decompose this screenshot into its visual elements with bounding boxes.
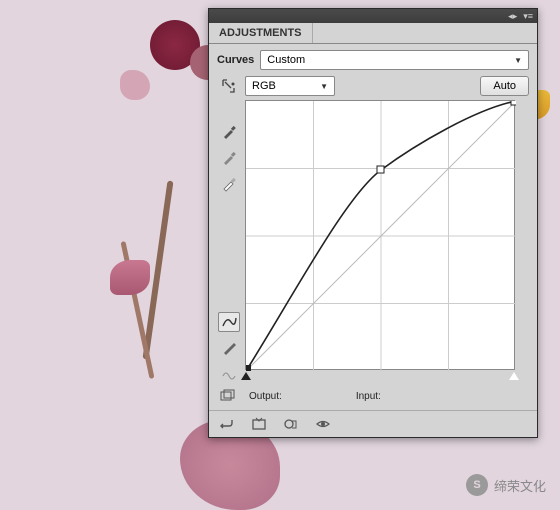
preset-value: Custom	[267, 54, 305, 66]
watermark-icon: S	[466, 474, 488, 496]
eyedropper-black-icon[interactable]	[218, 122, 240, 142]
panel-titlebar[interactable]: ◂▸ ▾≡	[209, 9, 537, 23]
tool-column	[217, 76, 241, 384]
input-label: Input:	[356, 391, 381, 402]
eyedropper-white-icon[interactable]	[218, 174, 240, 194]
menu-icon[interactable]: ▾≡	[523, 11, 533, 22]
curve-mode-icon[interactable]	[218, 312, 240, 332]
tab-bar: ADJUSTMENTS	[209, 23, 537, 44]
collapse-icon[interactable]: ◂▸	[508, 11, 517, 22]
watermark: S 缔荣文化	[466, 474, 546, 496]
auto-button[interactable]: Auto	[480, 76, 529, 96]
white-point-handle[interactable]	[509, 372, 519, 380]
bg-flower	[120, 70, 150, 100]
clip-icon[interactable]	[219, 388, 237, 404]
tab-adjustments[interactable]: ADJUSTMENTS	[209, 23, 313, 43]
chevron-down-icon: ▼	[514, 56, 522, 65]
curves-label: Curves	[217, 54, 254, 66]
panel-footer	[209, 410, 537, 437]
chevron-down-icon: ▼	[320, 82, 328, 91]
preset-select[interactable]: Custom ▼	[260, 50, 529, 70]
curves-graph[interactable]	[245, 100, 515, 370]
eyedropper-gray-icon[interactable]	[218, 148, 240, 168]
input-slider[interactable]	[245, 372, 515, 384]
output-label: Output:	[249, 391, 282, 402]
adjustments-panel: ◂▸ ▾≡ ADJUSTMENTS Curves Custom ▼	[208, 8, 538, 438]
black-point-handle[interactable]	[241, 372, 251, 380]
channel-value: RGB	[252, 80, 276, 92]
smooth-icon[interactable]	[218, 364, 240, 384]
pencil-mode-icon[interactable]	[218, 338, 240, 358]
visibility-icon[interactable]	[313, 415, 333, 433]
expand-view-icon[interactable]	[249, 415, 269, 433]
channel-select[interactable]: RGB ▼	[245, 76, 335, 96]
clip-to-layer-icon[interactable]	[281, 415, 301, 433]
bg-butterfly	[110, 260, 150, 295]
return-icon[interactable]	[217, 415, 237, 433]
watermark-text: 缔荣文化	[494, 476, 546, 495]
target-adjust-icon[interactable]	[218, 76, 240, 96]
panel-body: Curves Custom ▼	[209, 44, 537, 410]
